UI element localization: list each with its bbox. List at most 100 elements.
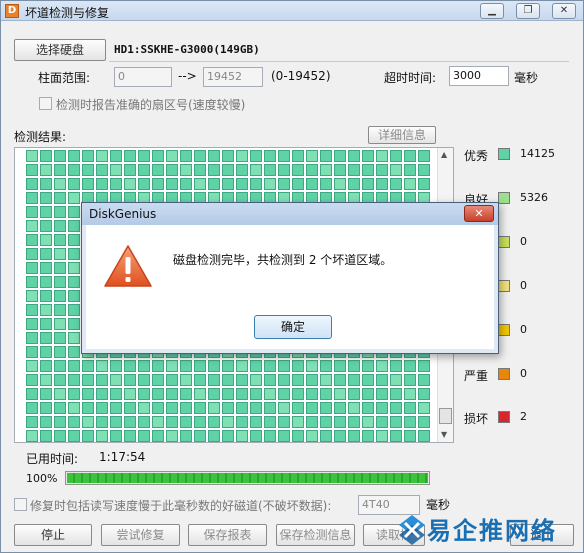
close-button[interactable]: ✕: [552, 3, 576, 19]
sector-cell: [418, 178, 430, 190]
sector-cell: [292, 402, 304, 414]
title-bar: D 坏道检测与修复 ▁ ❐ ✕: [1, 1, 583, 21]
sector-cell: [180, 178, 192, 190]
sector-cell: [264, 178, 276, 190]
sector-cell: [180, 416, 192, 428]
elapsed-value: 1:17:54: [99, 450, 146, 464]
restore-button[interactable]: ❐: [516, 3, 540, 19]
sector-cell: [152, 402, 164, 414]
sector-cell: [26, 402, 38, 414]
sector-cell: [54, 192, 66, 204]
progress-percent: 100%: [26, 472, 58, 485]
results-label: 检测结果:: [14, 130, 67, 144]
report-sector-checkbox[interactable]: [39, 97, 52, 110]
sector-cell: [40, 318, 52, 330]
cylinder-from-input[interactable]: 0: [114, 67, 172, 87]
sector-cell: [418, 164, 430, 176]
dialog-close-button[interactable]: ✕: [464, 205, 494, 222]
scroll-down-icon[interactable]: ▼: [441, 430, 447, 439]
sector-cell: [348, 388, 360, 400]
try-repair-button[interactable]: 尝试修复: [101, 524, 180, 546]
legend-count: 0: [520, 323, 527, 336]
timeout-input[interactable]: 3000: [449, 66, 509, 86]
sector-cell: [208, 178, 220, 190]
select-disk-button[interactable]: 选择硬盘: [14, 39, 106, 61]
ok-button[interactable]: 确定: [254, 315, 332, 339]
sector-cell: [68, 234, 80, 246]
save-report-button[interactable]: 保存报表: [188, 524, 267, 546]
sector-cell: [82, 374, 94, 386]
minimize-button[interactable]: ▁: [480, 3, 504, 19]
sector-cell: [194, 402, 206, 414]
repair-slow-checkbox[interactable]: [14, 498, 27, 511]
sector-cell: [362, 374, 374, 386]
sector-cell: [166, 164, 178, 176]
sector-cell: [54, 164, 66, 176]
sector-cell: [26, 276, 38, 288]
sector-cell: [292, 416, 304, 428]
sector-cell: [320, 388, 332, 400]
sector-cell: [124, 430, 136, 442]
sector-cell: [362, 164, 374, 176]
range-arrow: -->: [178, 69, 197, 83]
sector-cell: [250, 416, 262, 428]
stop-button[interactable]: 停止: [14, 524, 92, 546]
sector-cell: [208, 150, 220, 162]
sector-cell: [82, 360, 94, 372]
sector-cell: [404, 360, 416, 372]
sector-cell: [348, 164, 360, 176]
sector-cell: [194, 360, 206, 372]
sector-cell: [278, 374, 290, 386]
sector-cell: [138, 388, 150, 400]
cylinder-to-input[interactable]: 19452: [203, 67, 263, 87]
sector-cell: [334, 402, 346, 414]
sector-cell: [26, 318, 38, 330]
sector-cell: [264, 360, 276, 372]
sector-cell: [222, 402, 234, 414]
legend-count: 0: [520, 235, 527, 248]
sector-cell: [194, 164, 206, 176]
sector-cell: [40, 388, 52, 400]
sector-cell: [264, 374, 276, 386]
sector-cell: [180, 388, 192, 400]
sector-cell: [54, 402, 66, 414]
sector-cell: [180, 150, 192, 162]
result-dialog: DiskGenius ✕ 磁盘检测完毕，共检测到 2 个坏道区域。 确定: [81, 202, 499, 354]
sector-cell: [292, 430, 304, 442]
scroll-up-icon[interactable]: ▲: [441, 150, 447, 159]
sector-cell: [292, 178, 304, 190]
divider: [109, 61, 569, 62]
sector-cell: [54, 234, 66, 246]
sector-cell: [124, 416, 136, 428]
sector-cell: [222, 416, 234, 428]
legend-count: 14125: [520, 147, 555, 160]
scroll-thumb[interactable]: [439, 408, 452, 424]
sector-cell: [348, 416, 360, 428]
sector-cell: [26, 290, 38, 302]
sector-cell: [110, 402, 122, 414]
sector-cell: [26, 192, 38, 204]
sector-cell: [26, 178, 38, 190]
save-check-info-button[interactable]: 保存检测信息: [276, 524, 355, 546]
minimize-icon: ▁: [488, 5, 496, 16]
details-button[interactable]: 详细信息: [368, 126, 436, 144]
sector-cell: [68, 416, 80, 428]
sector-cell: [68, 150, 80, 162]
sector-cell: [278, 150, 290, 162]
sector-cell: [376, 360, 388, 372]
sector-cell: [376, 416, 388, 428]
window-title: 坏道检测与修复: [25, 6, 110, 20]
sector-cell: [362, 360, 374, 372]
sector-cell: [54, 332, 66, 344]
sector-cell: [264, 150, 276, 162]
legend-swatch: [498, 148, 510, 160]
elapsed-label: 已用时间:: [26, 452, 79, 466]
sector-cell: [236, 402, 248, 414]
sector-cell: [96, 374, 108, 386]
sector-cell: [292, 164, 304, 176]
sector-cell: [54, 220, 66, 232]
sector-cell: [278, 402, 290, 414]
sector-cell: [404, 374, 416, 386]
sector-cell: [68, 430, 80, 442]
sector-cell: [278, 388, 290, 400]
